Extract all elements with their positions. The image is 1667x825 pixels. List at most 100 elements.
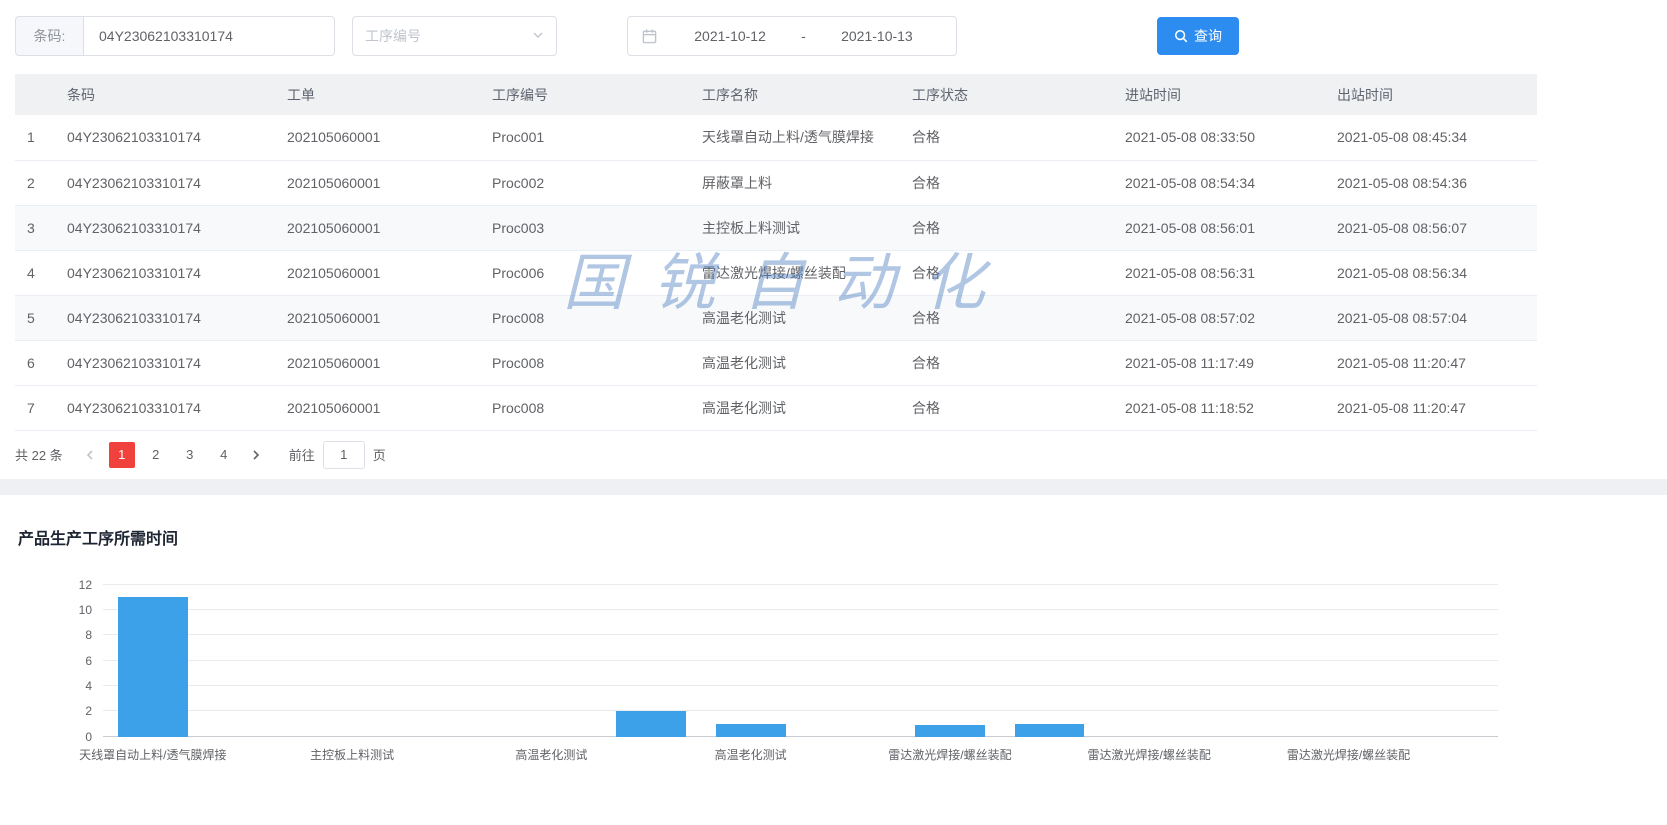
chart-slot: [402, 585, 502, 737]
x-axis-label: 雷达激光焊接/螺丝装配: [888, 746, 1011, 763]
chart-bar: [1015, 724, 1085, 737]
chart-slot: 雷达激光焊接/螺丝装配: [1099, 585, 1199, 737]
y-tick-label: 12: [79, 578, 92, 592]
chart-slot: [1000, 585, 1100, 737]
goto-label: 前往: [289, 445, 315, 464]
query-result-panel: 条码: 工序编号 2021-10-12 - 2021-10-13 查询: [0, 0, 1667, 479]
process-select-placeholder: 工序编号: [365, 26, 421, 46]
table-row: 704Y23062103310174202105060001Proc008高温老…: [15, 385, 1537, 430]
cell-status: 合格: [900, 205, 1113, 250]
chart-slot: 主控板上料测试: [302, 585, 402, 737]
cell-index: 1: [15, 115, 55, 160]
prev-page-button[interactable]: [75, 441, 105, 469]
chart-slot: 天线罩自动上料/透气膜焊接: [103, 585, 203, 737]
col-process-name: 工序名称: [690, 74, 900, 115]
search-button[interactable]: 查询: [1157, 17, 1239, 55]
chart-bar: [616, 711, 686, 736]
chart-title: 产品生产工序所需时间: [18, 495, 1649, 549]
col-work-order: 工单: [275, 74, 480, 115]
cell-order: 202105060001: [275, 250, 480, 295]
search-button-label: 查询: [1194, 26, 1222, 46]
chart-slot: 高温老化测试: [502, 585, 602, 737]
cell-name: 主控板上料测试: [690, 205, 900, 250]
cell-out: 2021-05-08 11:20:47: [1325, 385, 1537, 430]
cell-name: 天线罩自动上料/透气膜焊接: [690, 115, 900, 160]
cell-index: 2: [15, 160, 55, 205]
cell-proc: Proc001: [480, 115, 690, 160]
cell-out: 2021-05-08 08:54:36: [1325, 160, 1537, 205]
x-axis-label: 天线罩自动上料/透气膜焊接: [79, 746, 226, 763]
x-axis-label: 主控板上料测试: [310, 746, 394, 763]
chart-slot: [1199, 585, 1299, 737]
barcode-input[interactable]: [83, 16, 335, 56]
page-button-3[interactable]: 3: [177, 442, 203, 468]
process-number-select[interactable]: 工序编号: [352, 16, 557, 56]
date-range-picker[interactable]: 2021-10-12 - 2021-10-13: [627, 16, 957, 56]
pagination: 共 22 条 1234 前往 页: [15, 431, 1652, 479]
cell-index: 5: [15, 295, 55, 340]
chart-plot-area: 天线罩自动上料/透气膜焊接主控板上料测试高温老化测试高温老化测试雷达激光焊接/螺…: [103, 585, 1498, 737]
cell-out: 2021-05-08 08:57:04: [1325, 295, 1537, 340]
cell-proc: Proc002: [480, 160, 690, 205]
start-date[interactable]: 2021-10-12: [665, 28, 795, 44]
cell-barcode: 04Y23062103310174: [55, 295, 275, 340]
cell-name: 屏蔽罩上料: [690, 160, 900, 205]
next-page-button[interactable]: [241, 441, 271, 469]
cell-order: 202105060001: [275, 115, 480, 160]
process-table: 条码 工单 工序编号 工序名称 工序状态 进站时间 出站时间 104Y23062…: [15, 74, 1652, 431]
chevron-down-icon: [532, 28, 544, 44]
cell-name: 高温老化测试: [690, 295, 900, 340]
barcode-label: 条码:: [15, 16, 83, 56]
x-axis-label: 雷达激光焊接/螺丝装配: [1088, 746, 1211, 763]
cell-order: 202105060001: [275, 295, 480, 340]
cell-out: 2021-05-08 08:56:34: [1325, 250, 1537, 295]
cell-proc: Proc008: [480, 340, 690, 385]
cell-proc: Proc008: [480, 295, 690, 340]
goto-suffix: 页: [373, 445, 386, 464]
cell-barcode: 04Y23062103310174: [55, 340, 275, 385]
chart-slot: [203, 585, 303, 737]
chart-y-axis: 024681012: [18, 585, 98, 737]
cell-out: 2021-05-08 08:56:07: [1325, 205, 1537, 250]
table-row: 304Y23062103310174202105060001Proc003主控板…: [15, 205, 1537, 250]
chart-slot: 雷达激光焊接/螺丝装配: [900, 585, 1000, 737]
cell-barcode: 04Y23062103310174: [55, 250, 275, 295]
cell-in: 2021-05-08 08:57:02: [1113, 295, 1325, 340]
cell-barcode: 04Y23062103310174: [55, 115, 275, 160]
col-index: [15, 74, 55, 115]
cell-index: 4: [15, 250, 55, 295]
cell-order: 202105060001: [275, 385, 480, 430]
col-entry-time: 进站时间: [1113, 74, 1325, 115]
cell-name: 高温老化测试: [690, 385, 900, 430]
pagination-total: 共 22 条: [15, 445, 63, 464]
chart-slot: [1398, 585, 1498, 737]
cell-barcode: 04Y23062103310174: [55, 385, 275, 430]
barcode-filter: 条码:: [15, 16, 335, 56]
cell-name: 高温老化测试: [690, 340, 900, 385]
end-date[interactable]: 2021-10-13: [812, 28, 942, 44]
page-button-4[interactable]: 4: [211, 442, 237, 468]
table-row: 504Y23062103310174202105060001Proc008高温老…: [15, 295, 1537, 340]
cell-order: 202105060001: [275, 205, 480, 250]
page-button-1[interactable]: 1: [109, 442, 135, 468]
cell-proc: Proc006: [480, 250, 690, 295]
y-tick-label: 8: [85, 628, 92, 642]
cell-out: 2021-05-08 08:45:34: [1325, 115, 1537, 160]
table-row: 404Y23062103310174202105060001Proc006雷达激…: [15, 250, 1537, 295]
chart-slot: [601, 585, 701, 737]
cell-status: 合格: [900, 250, 1113, 295]
x-axis-label: 高温老化测试: [515, 746, 587, 763]
goto-page-input[interactable]: [323, 441, 365, 469]
chart-bar: [118, 597, 188, 736]
table-header-row: 条码 工单 工序编号 工序名称 工序状态 进站时间 出站时间: [15, 74, 1537, 115]
cell-index: 6: [15, 340, 55, 385]
x-axis-label: 雷达激光焊接/螺丝装配: [1287, 746, 1410, 763]
col-exit-time: 出站时间: [1325, 74, 1537, 115]
cell-in: 2021-05-08 08:54:34: [1113, 160, 1325, 205]
y-tick-label: 4: [85, 679, 92, 693]
page-button-2[interactable]: 2: [143, 442, 169, 468]
cell-index: 3: [15, 205, 55, 250]
y-tick-label: 0: [85, 730, 92, 744]
table-row: 604Y23062103310174202105060001Proc008高温老…: [15, 340, 1537, 385]
y-tick-label: 6: [85, 654, 92, 668]
